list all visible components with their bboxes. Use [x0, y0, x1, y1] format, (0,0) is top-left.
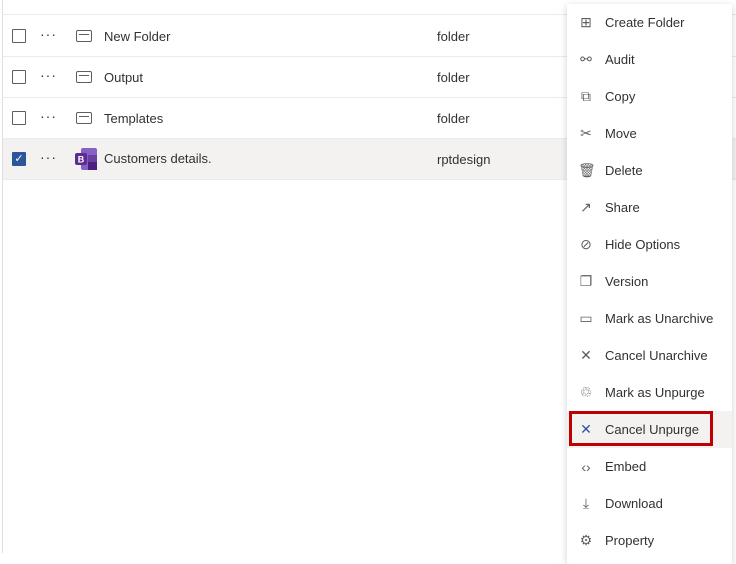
row-checkbox-checked[interactable]: ✓: [12, 152, 26, 166]
menu-item-mark-as-unarchive[interactable]: ▭ Mark as Unarchive: [567, 300, 732, 337]
menu-item-label: Create Folder: [605, 15, 685, 30]
menu-item-label: Audit: [605, 52, 635, 67]
menu-item-label: Mark as Unarchive: [605, 311, 714, 326]
menu-item-label: Delete: [605, 163, 643, 178]
download-icon: ⤓: [582, 495, 590, 511]
menu-item-label: Download: [605, 496, 663, 511]
share-icon: ↗: [580, 199, 592, 215]
version-icon: ❐: [579, 273, 593, 289]
menu-item-label: Share: [605, 200, 640, 215]
menu-item-label: Version: [605, 274, 649, 289]
folder-icon: [76, 71, 92, 83]
highlight-box: [569, 411, 713, 446]
item-name[interactable]: Customers details.: [104, 151, 212, 166]
menu-item-share[interactable]: ↗ Share: [567, 189, 732, 226]
menu-item-create-folder[interactable]: ⊞ Create Folder: [567, 4, 732, 41]
row-checkbox[interactable]: [12, 111, 26, 125]
folder-add-icon: ⊞: [580, 14, 592, 30]
binoculars-icon: ⚯: [580, 51, 592, 67]
menu-item-mark-as-unpurge[interactable]: ♲ Mark as Unpurge: [567, 374, 732, 411]
item-type: folder: [437, 28, 470, 44]
item-type: folder: [437, 69, 470, 85]
menu-item-copy[interactable]: ⧉ Copy: [567, 78, 732, 115]
embed-icon: ‹›: [581, 458, 591, 475]
more-options-button[interactable]: ···: [40, 108, 57, 124]
archive-icon: ▭: [579, 310, 593, 326]
item-type: rptdesign: [437, 151, 491, 167]
copy-icon: ⧉: [581, 88, 591, 104]
menu-item-label: Cancel Unarchive: [605, 348, 708, 363]
item-name[interactable]: Output: [104, 70, 143, 85]
hide-icon: ⊘: [580, 236, 592, 252]
gear-icon: ⚙: [579, 532, 593, 548]
scissors-icon: ✂: [580, 125, 592, 141]
menu-item-label: Property: [605, 533, 655, 548]
svg-text:B: B: [78, 155, 85, 165]
menu-item-hide-options[interactable]: ⊘ Hide Options: [567, 226, 732, 263]
menu-item-label: Hide Options: [605, 237, 681, 252]
item-name[interactable]: Templates: [104, 111, 163, 126]
menu-item-cancel-unarchive[interactable]: ✕ Cancel Unarchive: [567, 337, 732, 374]
folder-icon: [76, 112, 92, 124]
trash-icon: 🗑: [578, 162, 596, 178]
item-name[interactable]: New Folder: [104, 29, 170, 44]
close-icon: ✕: [580, 347, 592, 363]
folder-icon: [76, 30, 92, 42]
menu-item-download[interactable]: ⤓ Download: [567, 485, 732, 522]
menu-item-label: Copy: [605, 89, 636, 104]
more-options-button[interactable]: ···: [40, 26, 57, 42]
menu-item-embed[interactable]: ‹› Embed: [567, 448, 732, 485]
menu-item-label: Embed: [605, 459, 647, 474]
menu-item-label: Move: [605, 126, 637, 141]
menu-item-move[interactable]: ✂ Move: [567, 115, 732, 152]
context-menu: ⊞ Create Folder ⚯ Audit ⧉ Copy ✂ Move 🗑 Delete ↗ Sh…: [567, 4, 732, 564]
menu-item-audit[interactable]: ⚯ Audit: [567, 41, 732, 78]
menu-item-label: Mark as Unpurge: [605, 385, 705, 400]
menu-item-delete[interactable]: 🗑 Delete: [567, 152, 732, 189]
item-type: folder: [437, 110, 470, 126]
menu-item-property[interactable]: ⚙ Property: [567, 522, 732, 559]
more-options-button[interactable]: ···: [40, 67, 57, 83]
more-options-button[interactable]: ···: [40, 149, 57, 165]
menu-item-version[interactable]: ❐ Version: [567, 263, 732, 300]
recycle-icon: ♲: [579, 384, 593, 400]
birt-report-icon: B: [75, 148, 97, 170]
row-checkbox[interactable]: [12, 70, 26, 84]
row-checkbox[interactable]: [12, 29, 26, 43]
